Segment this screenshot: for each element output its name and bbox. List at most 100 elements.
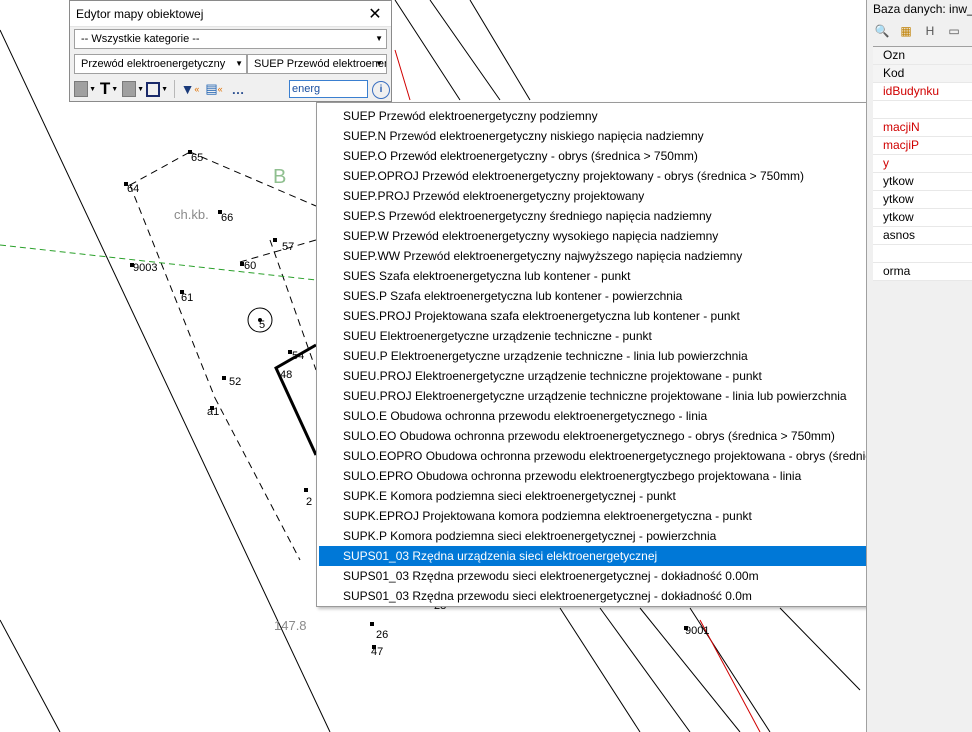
map-point-label: 47 — [371, 646, 384, 658]
map-point-label: 57 — [282, 241, 295, 253]
map-point-label: 65 — [191, 152, 204, 164]
category-combo-value: -- Wszystkie kategorie -- — [81, 33, 200, 45]
map-building-type-label: ch.kb. — [174, 207, 209, 222]
arrow-icon: « — [194, 84, 200, 94]
database-title: Baza danych: inw_b — [873, 2, 972, 16]
search-icon[interactable]: 🔍 — [873, 22, 891, 40]
map-point-label: 66 — [221, 212, 234, 224]
editor-titlebar[interactable]: Edytor mapy obiektowej ✕ — [70, 1, 391, 27]
attribute-grid: Ozn Kod idBudynku macjiN macjiP y ytkow ytkow yt… — [873, 46, 972, 281]
h-icon[interactable]: H — [921, 22, 939, 40]
map-point-label: 9001 — [685, 625, 710, 637]
line-color-button[interactable]: ▼ — [122, 79, 144, 99]
attribute-row[interactable]: ytkow — [873, 173, 972, 191]
map-point-label: 2 — [306, 496, 313, 508]
attribute-row[interactable]: idBudynku — [873, 83, 972, 101]
editor-title: Edytor mapy obiektowej — [76, 6, 204, 21]
map-point-label: 48 — [280, 369, 293, 381]
dropdown-item[interactable]: SUEP.PROJ Przewód elektroenergetyczny pr… — [319, 186, 945, 206]
dropdown-item[interactable]: SUPS01_03 Rzędna urządzenia sieci elektr… — [319, 546, 945, 566]
dropdown-item[interactable]: SUEU.P Elektroenergetyczne urządzenie te… — [319, 346, 945, 366]
dropdown-item[interactable]: SUEP.WW Przewód elektroenergetyczny najw… — [319, 246, 945, 266]
dropdown-item[interactable]: SUPS01_03 Rzędna przewodu sieci elektroe… — [319, 566, 945, 586]
dropdown-item[interactable]: SUEP.OPROJ Przewód elektroenergetyczny p… — [319, 166, 945, 186]
attribute-row[interactable] — [873, 245, 972, 263]
map-point-label: 26 — [376, 629, 389, 641]
map-point-label: 54 — [292, 350, 305, 362]
pick-object-button[interactable]: ▼ « — [179, 79, 201, 99]
object-type-combo[interactable]: SUEP Przewód elektroenerge ▼ — [247, 54, 387, 74]
funnel-icon: ▼ — [180, 81, 195, 97]
copy-attributes-button[interactable]: ▤ « — [203, 79, 225, 99]
dropdown-item[interactable]: SUES.PROJ Projektowana szafa elektroener… — [319, 306, 945, 326]
dropdown-item[interactable]: SUEU.PROJ Elektroenergetyczne urządzenie… — [319, 366, 945, 386]
dropdown-item[interactable]: SUES.P Szafa elektroenergetyczna lub kon… — [319, 286, 945, 306]
dropdown-item[interactable]: SUPK.E Komora podziemna sieci elektroene… — [319, 486, 945, 506]
object-type-dropdown-list[interactable]: SUEP Przewód elektroenergetyczny podziem… — [316, 102, 948, 607]
map-height-label: 147.8 — [274, 618, 307, 633]
table-icon[interactable]: ▦ — [897, 22, 915, 40]
arrow-icon: « — [217, 84, 223, 94]
line-color-icon — [122, 81, 137, 97]
category-combo[interactable]: -- Wszystkie kategorie -- ▼ — [74, 29, 387, 49]
dropdown-item[interactable]: SUES Szafa elektroenergetyczna lub konte… — [319, 266, 945, 286]
dropdown-item[interactable]: SUPK.P Komora podziemna sieci elektroene… — [319, 526, 945, 546]
frame-icon — [146, 81, 161, 97]
close-icon[interactable]: ✕ — [365, 4, 385, 24]
chevron-down-icon: ▼ — [161, 85, 168, 93]
attribute-row[interactable] — [873, 101, 972, 119]
dropdown-item[interactable]: SUEU Elektroenergetyczne urządzenie tech… — [319, 326, 945, 346]
dropdown-item[interactable]: SUPK.EPROJ Projektowana komora podziemna… — [319, 506, 945, 526]
fill-color-icon — [74, 81, 89, 97]
chevron-down-icon: ▼ — [375, 34, 383, 43]
map-point-label: 60 — [244, 260, 257, 272]
dropdown-item[interactable]: SUEP.O Przewód elektroenergetyczny - obr… — [319, 146, 945, 166]
attribute-row[interactable]: Ozn — [873, 47, 972, 65]
map-point-label: 9003 — [133, 262, 158, 274]
text-icon: T — [99, 79, 111, 98]
chevron-down-icon: ▼ — [235, 59, 243, 68]
attribute-row[interactable]: Kod — [873, 65, 972, 83]
attribute-row[interactable]: asnos — [873, 227, 972, 245]
dropdown-item[interactable]: SULO.E Obudowa ochronna przewodu elektro… — [319, 406, 945, 426]
dropdown-item[interactable]: SULO.EPRO Obudowa ochronna przewodu elek… — [319, 466, 945, 486]
text-style-button[interactable]: T ▼ — [98, 79, 120, 99]
chevron-down-icon: ▼ — [137, 85, 144, 93]
map-point-label: 61 — [181, 292, 194, 304]
dropdown-item[interactable]: SUPS01_03 Rzędna przewodu sieci elektroe… — [319, 586, 945, 606]
chevron-down-icon: ▼ — [111, 85, 119, 93]
object-filter-input[interactable] — [289, 80, 368, 98]
attribute-row[interactable]: macjiN — [873, 119, 972, 137]
map-building-label: B — [273, 166, 287, 188]
dropdown-item[interactable]: SUEP.N Przewód elektroenergetyczny niski… — [319, 126, 945, 146]
dropdown-item[interactable]: SUEP.S Przewód elektroenergetyczny średn… — [319, 206, 945, 226]
fill-color-button[interactable]: ▼ — [74, 79, 96, 99]
object-type-combo-value: SUEP Przewód elektroenerge — [254, 58, 387, 70]
dropdown-item[interactable]: SUEP.W Przewód elektroenergetyczny wysok… — [319, 226, 945, 246]
attribute-row[interactable]: y — [873, 155, 972, 173]
map-point-label: a1 — [207, 406, 220, 418]
more-options-button[interactable]: … — [227, 79, 249, 99]
dropdown-item[interactable]: SULO.EOPRO Obudowa ochronna przewodu ele… — [319, 446, 945, 466]
dropdown-item[interactable]: SULO.EO Obudowa ochronna przewodu elektr… — [319, 426, 945, 446]
dropdown-item[interactable]: SUEU.PROJ Elektroenergetyczne urządzenie… — [319, 386, 945, 406]
square-icon[interactable]: ▭ — [945, 22, 963, 40]
ellipsis-icon: … — [231, 81, 245, 97]
editor-toolbar: ▼ T ▼ ▼ ▼ ▼ « ▤ « … — [74, 79, 251, 99]
attribute-row[interactable]: macjiP — [873, 137, 972, 155]
info-icon[interactable]: i — [372, 81, 390, 99]
group-combo-value: Przewód elektroenergetyczny — [81, 58, 226, 70]
attribute-row[interactable]: ytkow — [873, 209, 972, 227]
chevron-down-icon: ▼ — [89, 85, 96, 93]
object-map-editor-window: Edytor mapy obiektowej ✕ -- Wszystkie ka… — [69, 0, 392, 102]
attribute-row[interactable]: orma — [873, 263, 972, 281]
map-point-label: 5 — [259, 319, 266, 331]
frame-style-button[interactable]: ▼ — [146, 79, 168, 99]
database-panel: Baza danych: inw_b 🔍 ▦ H ▭ Ozn Kod idBudyn… — [866, 0, 972, 732]
toolbar-separator — [174, 80, 175, 98]
layers-icon: ▤ — [205, 81, 218, 96]
dropdown-item[interactable]: SUEP Przewód elektroenergetyczny podziem… — [319, 106, 945, 126]
attribute-row[interactable]: ytkow — [873, 191, 972, 209]
map-point-label: 52 — [229, 376, 242, 388]
group-combo[interactable]: Przewód elektroenergetyczny ▼ — [74, 54, 247, 74]
